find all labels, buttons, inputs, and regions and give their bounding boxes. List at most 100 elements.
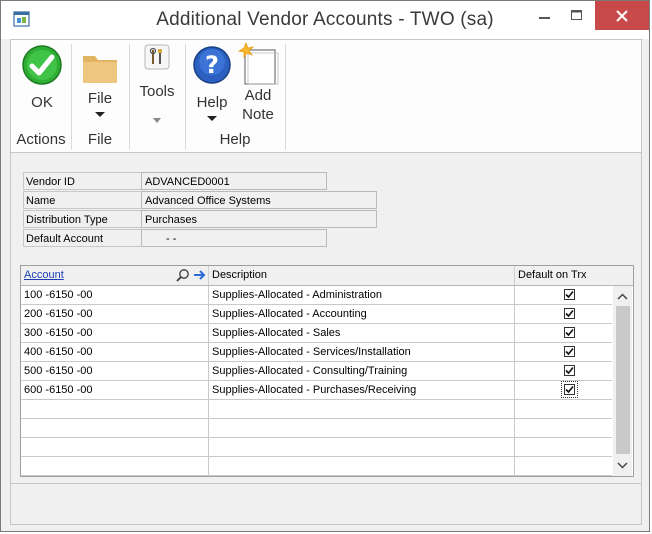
default-on-trx-cell <box>515 362 612 380</box>
default-on-trx-cell <box>515 400 612 418</box>
status-bar <box>10 483 642 525</box>
table-row[interactable] <box>21 419 612 438</box>
file-label: File <box>87 90 113 107</box>
group-separator <box>129 44 130 150</box>
description-cell: Supplies-Allocated - Accounting <box>209 305 515 323</box>
description-cell <box>209 419 515 437</box>
default-account-label: Default Account <box>23 229 141 247</box>
lookup-icon[interactable] <box>176 268 190 282</box>
account-cell[interactable] <box>21 400 209 418</box>
description-cell: Supplies-Allocated - Purchases/Receiving <box>209 381 515 399</box>
minimize-icon <box>539 17 550 19</box>
table-row[interactable]: 600 -6150 -00 Supplies-Allocated - Purcha… <box>21 381 612 400</box>
scroll-up-icon[interactable] <box>613 290 632 304</box>
description-cell <box>209 400 515 418</box>
default-on-trx-cell <box>515 438 612 456</box>
account-cell[interactable] <box>21 457 209 475</box>
default-checkbox[interactable] <box>564 327 575 338</box>
default-on-trx-cell <box>515 381 612 399</box>
minimize-button[interactable] <box>529 1 561 29</box>
table-row[interactable]: 400 -6150 -00 Supplies-Allocated - Servic… <box>21 343 612 362</box>
account-cell[interactable] <box>21 419 209 437</box>
maximize-button[interactable] <box>561 1 593 29</box>
table-row[interactable]: 100 -6150 -00 Supplies-Allocated - Admini… <box>21 286 612 305</box>
grid-header: Account Description Default on Trx <box>21 266 633 286</box>
vertical-scrollbar[interactable] <box>613 286 632 476</box>
description-cell: Supplies-Allocated - Consulting/Training <box>209 362 515 380</box>
help-question-icon: ? <box>193 46 231 84</box>
account-cell[interactable]: 200 -6150 -00 <box>21 305 209 323</box>
check-icon <box>565 366 574 375</box>
table-row[interactable] <box>21 457 612 476</box>
table-row[interactable] <box>21 438 612 457</box>
vendor-id-field[interactable]: ADVANCED0001 <box>141 172 327 190</box>
expand-arrow-icon[interactable] <box>193 269 206 281</box>
svg-text:?: ? <box>205 51 219 79</box>
distribution-type-field: Purchases <box>141 210 377 228</box>
description-cell <box>209 438 515 456</box>
help-button[interactable]: ? Help <box>191 40 233 121</box>
default-on-trx-cell <box>515 419 612 437</box>
maximize-icon <box>571 9 582 20</box>
vendor-id-label: Vendor ID <box>23 172 141 190</box>
table-row[interactable]: 200 -6150 -00 Supplies-Allocated - Accoun… <box>21 305 612 324</box>
description-cell <box>209 457 515 475</box>
column-header-default-on-trx: Default on Trx <box>518 269 587 281</box>
ribbon: OK File Tools ? Help Add Note Actions Fi… <box>10 39 642 153</box>
account-column-link[interactable]: Account <box>24 269 64 281</box>
add-note-label-2: Note <box>242 106 274 123</box>
title-bar: Additional Vendor Accounts - TWO (sa) <box>1 1 649 39</box>
folder-icon <box>83 56 117 83</box>
account-cell[interactable]: 100 -6150 -00 <box>21 286 209 304</box>
group-label-actions: Actions <box>16 131 66 148</box>
help-label: Help <box>196 94 228 111</box>
default-account-field: - - <box>141 229 327 247</box>
table-row[interactable]: 300 -6150 -00 Supplies-Allocated - Sales <box>21 324 612 343</box>
default-checkbox[interactable] <box>564 365 575 376</box>
check-icon <box>565 385 574 394</box>
tools-label: Tools <box>139 83 175 100</box>
add-note-button[interactable]: Add Note <box>235 40 281 124</box>
ok-check-icon <box>22 45 62 85</box>
account-cell[interactable]: 600 -6150 -00 <box>21 381 209 399</box>
account-cell[interactable]: 400 -6150 -00 <box>21 343 209 361</box>
tools-button[interactable]: Tools <box>133 40 181 123</box>
chevron-down-icon <box>153 118 161 123</box>
scroll-down-icon[interactable] <box>613 458 632 472</box>
default-checkbox[interactable] <box>564 289 575 300</box>
file-button[interactable]: File <box>75 40 125 117</box>
scroll-thumb[interactable] <box>616 306 630 454</box>
account-cell[interactable]: 300 -6150 -00 <box>21 324 209 342</box>
table-row[interactable] <box>21 400 612 419</box>
description-cell: Supplies-Allocated - Administration <box>209 286 515 304</box>
note-icon <box>237 42 279 85</box>
group-label-file: File <box>87 131 113 148</box>
description-cell: Supplies-Allocated - Services/Installati… <box>209 343 515 361</box>
default-checkbox[interactable] <box>564 308 575 319</box>
accounts-grid: Account Description Default on Trx 100 -… <box>20 265 634 477</box>
default-checkbox[interactable] <box>564 346 575 357</box>
group-label-help: Help <box>219 131 251 148</box>
account-cell[interactable] <box>21 438 209 456</box>
distribution-type-label: Distribution Type <box>23 210 141 228</box>
check-icon <box>565 347 574 356</box>
close-button[interactable] <box>595 1 649 30</box>
chevron-down-icon <box>207 116 217 121</box>
chevron-down-icon <box>95 112 105 117</box>
add-note-label: Add <box>244 87 272 104</box>
account-cell[interactable]: 500 -6150 -00 <box>21 362 209 380</box>
name-field: Advanced Office Systems <box>141 191 377 209</box>
description-cell: Supplies-Allocated - Sales <box>209 324 515 342</box>
ok-button[interactable]: OK <box>17 40 67 112</box>
column-header-description: Description <box>209 266 515 285</box>
group-separator <box>285 44 286 150</box>
check-icon <box>565 309 574 318</box>
name-label: Name <box>23 191 141 209</box>
column-header-account[interactable]: Account <box>21 266 209 285</box>
default-checkbox[interactable] <box>561 381 578 398</box>
close-icon <box>616 9 628 22</box>
default-on-trx-cell <box>515 343 612 361</box>
check-icon <box>565 328 574 337</box>
default-on-trx-cell <box>515 457 612 475</box>
table-row[interactable]: 500 -6150 -00 Supplies-Allocated - Consul… <box>21 362 612 381</box>
